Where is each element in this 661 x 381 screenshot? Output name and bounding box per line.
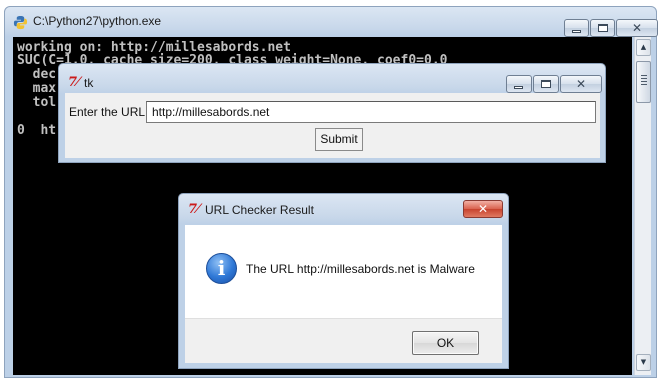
dialog-message: The URL http://millesabords.net is Malwa… <box>246 262 475 276</box>
close-icon: ✕ <box>575 77 587 91</box>
console-titlebar[interactable]: C:\Python27\python.exe ✕ <box>5 7 658 37</box>
tk-window: 7⁄ tk ✕ Enter the URL: http://millesabor… <box>58 63 606 163</box>
minimize-button[interactable] <box>506 75 532 93</box>
close-icon: ✕ <box>631 21 643 35</box>
arrow-up-icon: ▲ <box>640 43 647 51</box>
console-line: max <box>17 81 57 96</box>
tk-caption-buttons: ✕ <box>506 75 602 93</box>
console-line: tol <box>17 95 57 110</box>
close-icon: ✕ <box>477 202 489 216</box>
tk-title: tk <box>84 76 94 90</box>
console-scrollbar[interactable]: ▲ ▼ <box>634 37 651 375</box>
scroll-thumb[interactable] <box>636 61 651 103</box>
submit-button[interactable]: Submit <box>315 128 363 151</box>
dialog-body: i The URL http://millesabords.net is Mal… <box>185 225 502 318</box>
tk-feather-icon: 7⁄ <box>68 75 80 90</box>
python-icon <box>13 15 28 30</box>
grip-icon <box>641 75 647 87</box>
console-caption-buttons: ✕ <box>564 19 658 37</box>
tk-titlebar[interactable]: 7⁄ tk ✕ <box>59 64 605 93</box>
close-button[interactable]: ✕ <box>616 19 658 37</box>
console-title: C:\Python27\python.exe <box>33 14 162 28</box>
maximize-button[interactable] <box>590 19 615 37</box>
scroll-down-button[interactable]: ▼ <box>636 354 651 371</box>
tk-form: Enter the URL: http://millesabords.net S… <box>65 93 600 158</box>
arrow-down-icon: ▼ <box>640 358 647 366</box>
maximize-icon <box>598 24 608 32</box>
minimize-button[interactable] <box>564 19 589 37</box>
info-icon: i <box>206 253 237 284</box>
close-button[interactable]: ✕ <box>463 200 503 218</box>
maximize-button[interactable] <box>533 75 559 93</box>
close-button[interactable]: ✕ <box>560 75 602 93</box>
dialog-titlebar[interactable]: 7⁄ URL Checker Result ✕ <box>179 194 508 222</box>
tk-feather-icon: 7⁄ <box>188 202 200 217</box>
maximize-icon <box>541 80 551 88</box>
dialog-title: URL Checker Result <box>205 203 314 217</box>
minimize-icon <box>514 86 523 89</box>
ok-button[interactable]: OK <box>412 331 479 355</box>
scroll-up-button[interactable]: ▲ <box>636 39 651 56</box>
minimize-icon <box>572 30 581 33</box>
url-label: Enter the URL: <box>69 105 149 119</box>
url-checker-dialog: 7⁄ URL Checker Result ✕ i The URL http:/… <box>178 193 509 369</box>
dialog-footer: OK <box>185 318 502 363</box>
dialog-caption-buttons: ✕ <box>463 200 503 218</box>
console-line: 0 ht <box>17 123 57 138</box>
console-line: dec <box>17 67 57 82</box>
url-input[interactable]: http://millesabords.net <box>146 101 596 123</box>
